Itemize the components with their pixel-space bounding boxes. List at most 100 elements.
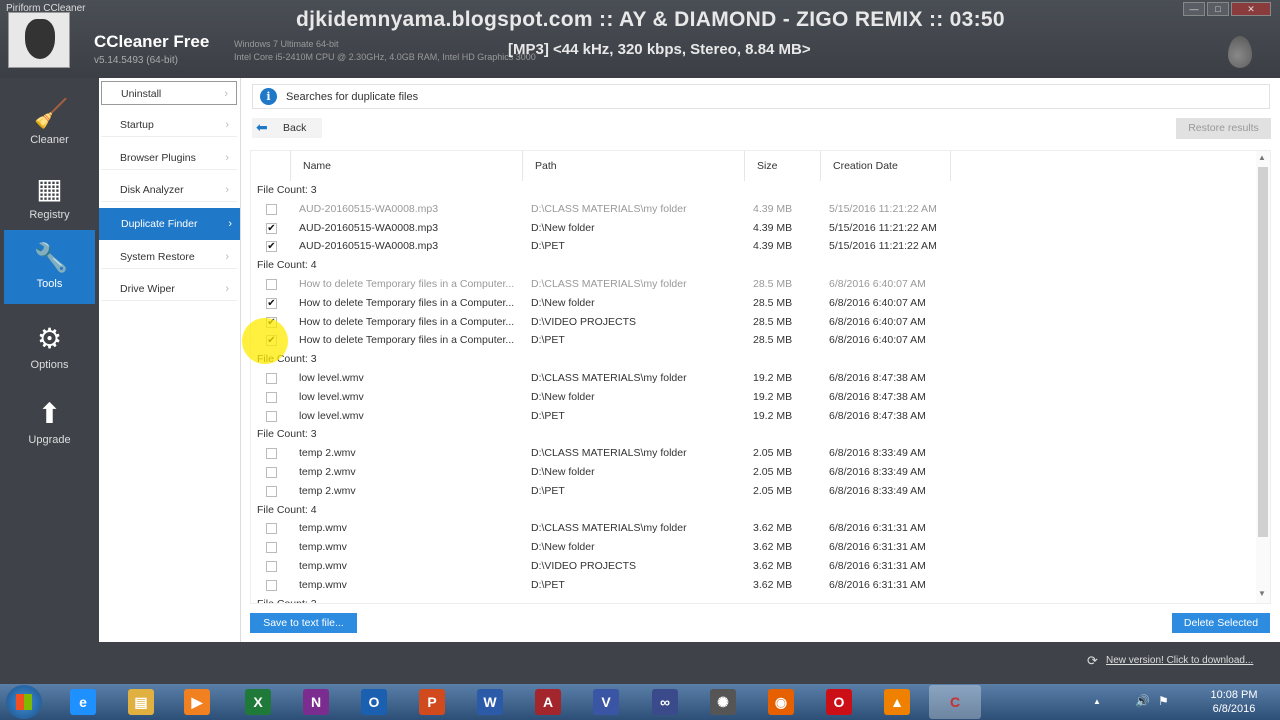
file-size: 3.62 MB (753, 559, 793, 572)
table-row[interactable]: low level.wmv D:\CLASS MATERIALS\my folde… (251, 368, 951, 388)
file-name: AUD-20160515-WA0008.mp3 (299, 240, 439, 253)
save-to-text-file-button[interactable]: Save to text file... (250, 613, 357, 633)
spider-icon[interactable]: ✺ (710, 689, 736, 715)
scroll-up-icon[interactable]: ▲ (1258, 153, 1266, 162)
refresh-icon: ⟳ (1087, 653, 1098, 668)
row-checkbox[interactable]: ✔ (266, 222, 277, 234)
table-row[interactable]: How to delete Temporary files in a Compu… (251, 275, 951, 294)
row-checkbox[interactable] (266, 372, 277, 384)
file-name: How to delete Temporary files in a Compu… (299, 315, 515, 328)
submenu-startup[interactable]: Startup › (101, 113, 237, 137)
scroll-thumb[interactable] (1258, 167, 1268, 537)
maximize-button[interactable]: □ (1207, 2, 1229, 16)
table-row[interactable]: temp 2.wmv D:\PET 2.05 MB 6/8/2016 8:33:49 … (251, 481, 951, 501)
infinity-icon[interactable]: ∞ (652, 689, 678, 715)
row-checkbox[interactable] (266, 391, 277, 403)
scroll-down-icon[interactable]: ▼ (1258, 589, 1266, 598)
row-checkbox[interactable] (266, 560, 277, 572)
vlc-icon[interactable]: ▲ (884, 689, 910, 715)
speaker-icon[interactable]: 🔊 (1135, 694, 1150, 708)
nav-upgrade[interactable]: ⬆ Upgrade (4, 386, 95, 460)
onenote-icon[interactable]: N (303, 689, 329, 715)
file-name: temp 2.wmv (299, 447, 356, 460)
row-checkbox[interactable] (266, 278, 277, 290)
visio-icon[interactable]: V (593, 689, 619, 715)
row-checkbox[interactable] (266, 579, 277, 591)
restore-results-button[interactable]: Restore results (1176, 118, 1271, 139)
nav-registry[interactable]: ▦ Registry (4, 161, 95, 235)
media-player-icon[interactable]: ▶ (184, 689, 210, 715)
file-path: D:\PET (531, 240, 565, 253)
column-header-date[interactable]: Creation Date (821, 151, 951, 181)
chevron-right-icon: › (225, 283, 229, 295)
nav-cleaner[interactable]: 🧹 Cleaner (4, 86, 95, 160)
submenu-uninstall[interactable]: Uninstall › (101, 81, 237, 105)
explorer-icon[interactable]: ▤ (128, 689, 154, 715)
table-row[interactable]: ✔ AUD-20160515-WA0008.mp3 D:\New folder 4.3… (251, 218, 951, 238)
flag-icon[interactable]: ⚑ (1158, 694, 1169, 708)
row-checkbox[interactable] (266, 410, 277, 422)
row-checkbox[interactable] (266, 523, 277, 535)
word-icon[interactable]: W (477, 689, 503, 715)
vertical-scrollbar[interactable]: ▲ ▼ (1256, 151, 1270, 603)
nav-options[interactable]: ⚙ Options (4, 311, 95, 385)
opera-icon[interactable]: O (826, 689, 852, 715)
back-button[interactable]: ⬅ Back (252, 118, 322, 138)
column-header-size[interactable]: Size (745, 151, 821, 181)
table-row[interactable]: ✔How to delete Temporary files in a Comp… (251, 331, 951, 351)
file-date: 6/8/2016 8:47:38 AM (829, 409, 926, 422)
minimize-button[interactable]: — (1183, 2, 1205, 16)
tray-expand-icon[interactable]: ▲ (1093, 697, 1101, 706)
file-path: D:\VIDEO PROJECTS (531, 559, 637, 572)
new-version-link[interactable]: New version! Click to download... (1106, 655, 1253, 666)
file-date: 6/8/2016 6:40:07 AM (829, 277, 926, 290)
row-checkbox[interactable]: ✔ (266, 297, 277, 309)
cursor-highlight (242, 318, 288, 364)
table-row[interactable]: low level.wmv D:\New folder 19.2 MB 6/8/201… (251, 388, 951, 407)
table-row[interactable]: ✔ AUD-20160515-WA0008.mp3 D:\PET 4.39 MB 5/1… (251, 237, 951, 256)
row-checkbox[interactable] (266, 466, 277, 478)
file-path: D:\PET (531, 484, 565, 497)
row-checkbox[interactable] (266, 485, 277, 497)
row-checkbox[interactable] (266, 203, 277, 215)
row-checkbox[interactable] (266, 448, 277, 460)
start-button[interactable] (6, 685, 42, 719)
nav-registry-label: Registry (29, 209, 70, 221)
table-row[interactable]: temp 2.wmv D:\New folder 2.05 MB 6/8/2016 8… (251, 463, 951, 482)
excel-icon[interactable]: X (245, 689, 271, 715)
submenu-browser-plugins[interactable]: Browser Plugins › (101, 146, 237, 170)
table-row[interactable]: temp.wmv D:\PET 3.62 MB 6/8/2016 6:31:31 AM (251, 576, 951, 595)
table-row[interactable]: temp 2.wmv D:\CLASS MATERIALS\my folder 2.… (251, 444, 951, 463)
column-header-path[interactable]: Path (523, 151, 745, 181)
table-row[interactable]: ✔How to delete Temporary files in a Comp… (251, 313, 951, 332)
table-row[interactable]: temp.wmv D:\VIDEO PROJECTS 3.62 MB 6/8/2016… (251, 556, 951, 576)
row-checkbox[interactable]: ✔ (266, 241, 277, 253)
table-row[interactable]: low level.wmv D:\PET 19.2 MB 6/8/2016 8:47:… (251, 406, 951, 426)
delete-selected-button[interactable]: Delete Selected (1172, 613, 1270, 633)
row-checkbox[interactable] (266, 542, 277, 554)
submenu-disk-analyzer[interactable]: Disk Analyzer › (101, 178, 237, 202)
firefox-icon[interactable]: ◉ (768, 689, 794, 715)
column-header-name[interactable]: Name (291, 151, 523, 181)
app-version: v5.14.5493 (64-bit) (94, 55, 178, 66)
clock[interactable]: 10:08 PM 6/8/2016 (1206, 688, 1262, 716)
table-row[interactable]: AUD-20160515-WA0008.mp3 D:\CLASS MATERIAL… (251, 200, 951, 219)
submenu-drive-wiper[interactable]: Drive Wiper › (101, 277, 237, 301)
powerpoint-icon[interactable]: P (419, 689, 445, 715)
file-size: 19.2 MB (753, 371, 793, 384)
table-row[interactable]: temp.wmv D:\CLASS MATERIALS\my folder 3.62… (251, 519, 951, 539)
outlook-icon[interactable]: O (361, 689, 387, 715)
submenu-duplicate-finder[interactable]: Duplicate Finder › (99, 208, 240, 240)
file-path: D:\CLASS MATERIALS\my folder (531, 522, 687, 535)
nav-options-label: Options (30, 359, 69, 371)
table-row[interactable]: ✔How to delete Temporary files in a Comp… (251, 293, 951, 313)
clock-date: 6/8/2016 (1212, 703, 1256, 715)
ccleaner-task-icon[interactable]: C (929, 685, 981, 719)
access-icon[interactable]: A (535, 689, 561, 715)
ie-icon[interactable]: e (70, 689, 96, 715)
file-path: D:\PET (531, 578, 565, 591)
nav-tools[interactable]: 🔧 Tools (4, 230, 95, 304)
close-button[interactable]: ✕ (1231, 2, 1271, 16)
submenu-system-restore[interactable]: System Restore › (101, 245, 237, 269)
table-row[interactable]: temp.wmv D:\New folder 3.62 MB 6/8/2016 6:3… (251, 538, 951, 557)
